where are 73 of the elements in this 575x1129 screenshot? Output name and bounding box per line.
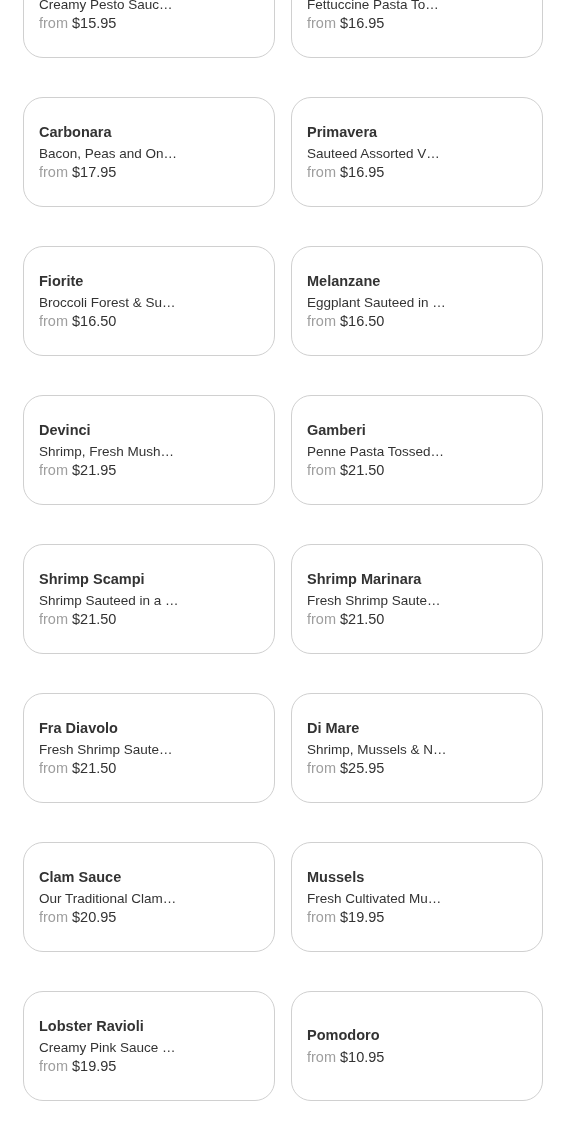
item-name: Pomodoro [307,1025,381,1044]
item-name: Melanzane [307,271,382,290]
menu-item-card[interactable]: Fra Diavolo Fresh Shrimp Saute… from $21.50 [23,693,275,803]
item-description: Eggplant Sauteed in … [307,293,447,312]
item-description: Shrimp Sauteed in a … [39,591,180,610]
item-price: $19.95 [340,907,385,927]
item-price: $25.95 [340,758,385,778]
item-name: Fiorite [39,271,85,290]
menu-item-card[interactable]: Clam Sauce Our Traditional Clam… from $20.95 [23,842,275,952]
item-price: $16.95 [340,162,385,182]
item-name: Mussels [307,867,366,886]
from-label: from [307,162,336,182]
item-price: $16.50 [72,311,117,331]
menu-item-card[interactable]: Gamberi Penne Pasta Tossed… from $21.50 [291,395,543,505]
item-price: $21.50 [340,609,385,629]
menu-item-card[interactable]: Shrimp Scampi Shrimp Sauteed in a … from $21.50 [23,544,275,654]
menu-item-card[interactable]: Melanzane Eggplant Sauteed in … from $16.50 [291,246,543,356]
from-label: from [39,758,68,778]
item-description: Sauteed Assorted V… [307,144,441,163]
menu-item-card[interactable]: Shrimp Marinara Fresh Shrimp Saute… from $21.50 [291,544,543,654]
item-description: Bacon, Peas and On… [39,144,179,163]
from-label: from [39,162,68,182]
menu-item-card[interactable]: Pomodoro from $10.95 [291,991,543,1101]
from-label: from [307,1047,336,1067]
item-name: Di Mare [307,718,361,737]
item-price: $15.95 [72,13,117,33]
item-price: $10.95 [340,1047,385,1067]
from-label: from [307,758,336,778]
item-name: Clam Sauce [39,867,123,886]
item-description: Fresh Cultivated Mu… [307,889,443,908]
item-name: Lobster Ravioli [39,1016,145,1035]
from-label: from [307,460,336,480]
item-price: $21.95 [72,460,117,480]
from-label: from [307,609,336,629]
from-label: from [39,609,68,629]
item-description: Creamy Pink Sauce … [39,1038,177,1057]
item-description: Our Traditional Clam… [39,889,178,908]
item-description: Shrimp, Fresh Mush… [39,442,176,461]
from-label: from [307,13,336,33]
item-price: $16.50 [340,311,385,331]
menu-item-card[interactable]: Di Mare Shrimp, Mussels & N… from $25.95 [291,693,543,803]
item-name: Primavera [307,122,379,141]
item-name: Shrimp Scampi [39,569,146,588]
item-price: $20.95 [72,907,117,927]
menu-item-card[interactable]: Mussels Fresh Cultivated Mu… from $19.95 [291,842,543,952]
item-price: $21.50 [340,460,385,480]
menu-item-card[interactable]: Primavera Sauteed Assorted V… from $16.95 [291,97,543,207]
item-price: $16.95 [340,13,385,33]
from-label: from [307,311,336,331]
menu-item-card[interactable]: Lobster Ravioli Creamy Pink Sauce … from $19.95 [23,991,275,1101]
from-label: from [39,13,68,33]
from-label: from [39,311,68,331]
item-price: $19.95 [72,1056,117,1076]
item-description: Shrimp, Mussels & N… [307,740,448,759]
item-name: Shrimp Marinara [307,569,423,588]
item-description: Fresh Shrimp Saute… [39,740,174,759]
menu-item-card[interactable]: Carbonara Bacon, Peas and On… from $17.95 [23,97,275,207]
item-description: Broccoli Forest & Su… [39,293,177,312]
menu-item-card[interactable]: Devinci Shrimp, Fresh Mush… from $21.95 [23,395,275,505]
item-name: Fra Diavolo [39,718,119,737]
item-price: $21.50 [72,609,117,629]
item-name: Devinci [39,420,92,439]
from-label: from [39,460,68,480]
from-label: from [39,907,68,927]
item-price: $21.50 [72,758,117,778]
item-name: Carbonara [39,122,113,141]
item-description: Penne Pasta Tossed… [307,442,446,461]
item-name: Gamberi [307,420,367,439]
menu-item-card[interactable]: Fiorite Broccoli Forest & Su… from $16.50 [23,246,275,356]
item-price: $17.95 [72,162,117,182]
from-label: from [307,907,336,927]
item-description: Fresh Shrimp Saute… [307,591,442,610]
from-label: from [39,1056,68,1076]
